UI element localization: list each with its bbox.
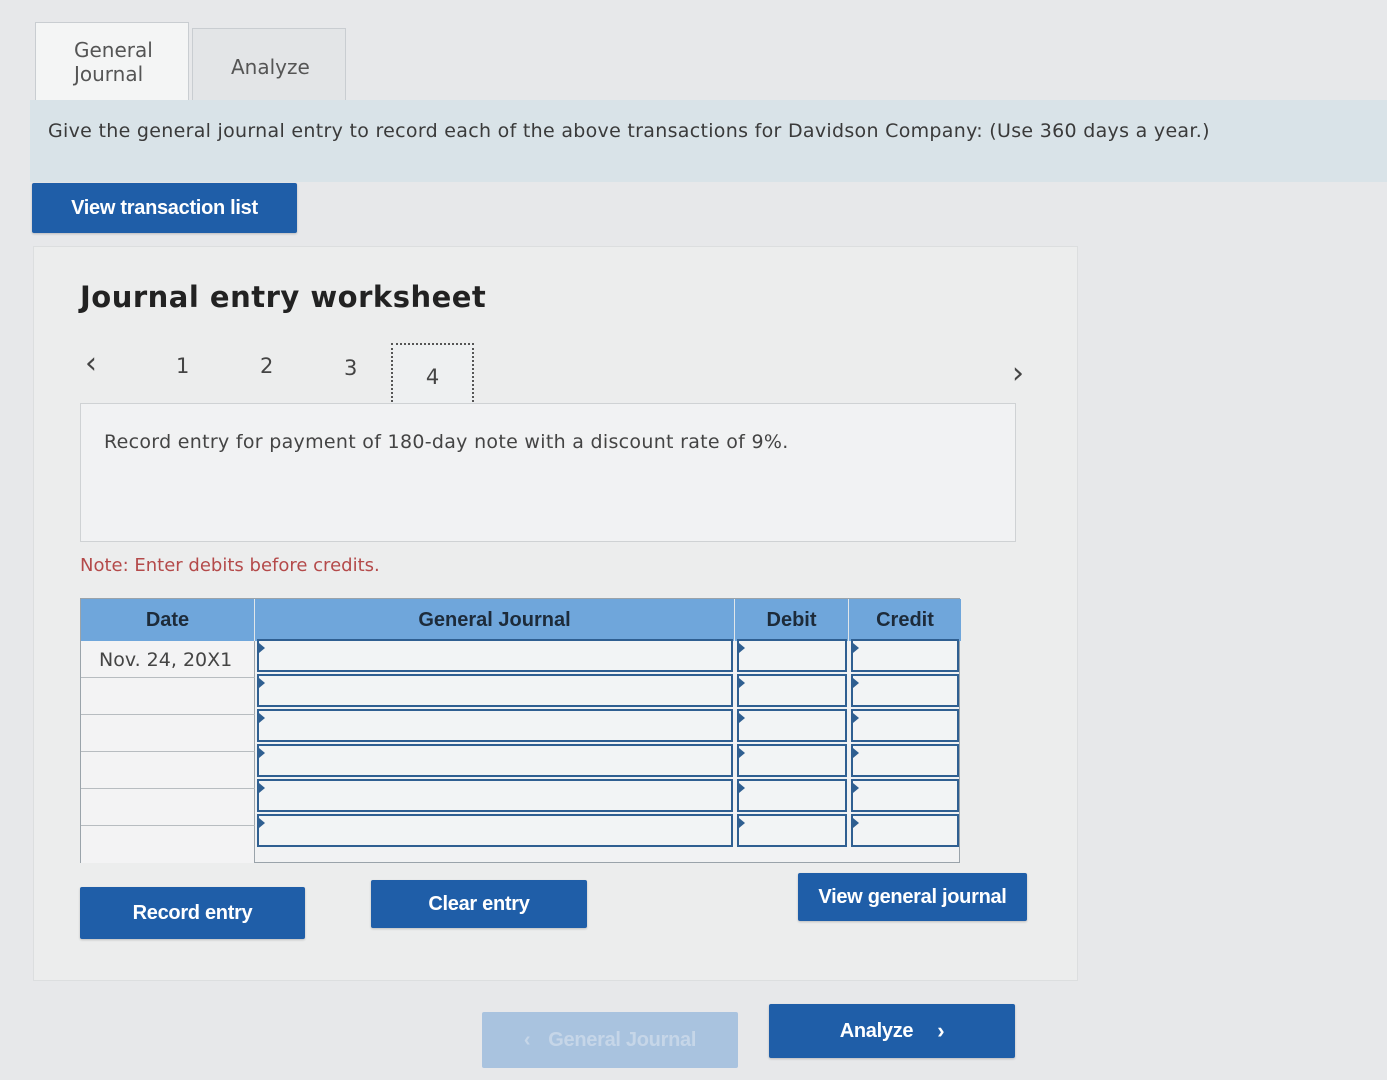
account-input[interactable] bbox=[257, 744, 733, 777]
header-general-journal: General Journal bbox=[255, 599, 735, 641]
back-general-journal-button[interactable]: ‹ General Journal bbox=[482, 1012, 738, 1068]
debit-input[interactable] bbox=[737, 814, 847, 847]
view-transaction-list-button[interactable]: View transaction list bbox=[32, 183, 297, 233]
page-2[interactable]: 2 bbox=[260, 354, 273, 378]
tab-general-journal[interactable]: General Journal bbox=[35, 22, 189, 102]
journal-table: Date General Journal Debit Credit Nov. 2… bbox=[80, 598, 961, 863]
date-cell: Nov. 24, 20X1 bbox=[81, 641, 255, 678]
header-date: Date bbox=[81, 599, 255, 641]
date-cell bbox=[81, 678, 255, 715]
date-cell bbox=[81, 789, 255, 826]
note-text: Note: Enter debits before credits. bbox=[80, 555, 380, 576]
credit-input[interactable] bbox=[851, 779, 959, 812]
back-button-label: General Journal bbox=[548, 1028, 697, 1051]
date-cell bbox=[81, 752, 255, 789]
clear-entry-button[interactable]: Clear entry bbox=[371, 880, 587, 928]
chevron-right-icon[interactable]: › bbox=[1012, 356, 1024, 391]
tab-general-journal-line1: General bbox=[74, 38, 153, 62]
chevron-left-icon: ‹ bbox=[523, 1028, 531, 1051]
page-3[interactable]: 3 bbox=[344, 356, 357, 380]
credit-input[interactable] bbox=[851, 639, 959, 672]
chevron-right-icon: › bbox=[937, 1018, 945, 1043]
tab-analyze-label: Analyze bbox=[231, 55, 310, 79]
chevron-left-icon[interactable]: ‹ bbox=[85, 346, 97, 381]
account-input[interactable] bbox=[257, 814, 733, 847]
date-cell bbox=[81, 715, 255, 752]
date-cell bbox=[81, 826, 255, 863]
credit-input[interactable] bbox=[851, 814, 959, 847]
account-input[interactable] bbox=[257, 639, 733, 672]
debit-input[interactable] bbox=[737, 674, 847, 707]
header-debit: Debit bbox=[735, 599, 849, 641]
debit-input[interactable] bbox=[737, 709, 847, 742]
page-4-current[interactable]: 4 bbox=[391, 343, 474, 410]
credit-input[interactable] bbox=[851, 744, 959, 777]
entry-description: Record entry for payment of 180-day note… bbox=[80, 403, 1016, 542]
page-1[interactable]: 1 bbox=[176, 354, 189, 378]
view-general-journal-button[interactable]: View general journal bbox=[798, 873, 1027, 921]
credit-input[interactable] bbox=[851, 709, 959, 742]
record-entry-button[interactable]: Record entry bbox=[80, 887, 305, 939]
account-input[interactable] bbox=[257, 674, 733, 707]
credit-input[interactable] bbox=[851, 674, 959, 707]
tab-general-journal-line2: Journal bbox=[74, 62, 144, 86]
next-button-label: Analyze bbox=[839, 1019, 914, 1042]
debit-input[interactable] bbox=[737, 779, 847, 812]
header-credit: Credit bbox=[849, 599, 961, 641]
instruction-text: Give the general journal entry to record… bbox=[30, 100, 1387, 182]
account-input[interactable] bbox=[257, 779, 733, 812]
worksheet-title: Journal entry worksheet bbox=[80, 280, 487, 314]
next-analyze-button[interactable]: Analyze › bbox=[769, 1004, 1015, 1058]
debit-input[interactable] bbox=[737, 744, 847, 777]
account-input[interactable] bbox=[257, 709, 733, 742]
debit-input[interactable] bbox=[737, 639, 847, 672]
tab-analyze[interactable]: Analyze bbox=[192, 28, 346, 104]
